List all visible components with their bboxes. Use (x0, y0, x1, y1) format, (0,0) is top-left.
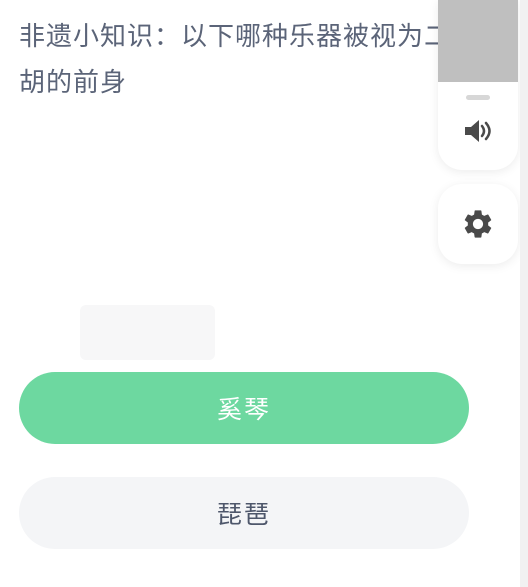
settings-button[interactable] (438, 184, 518, 264)
volume-panel (438, 0, 518, 170)
option-button-1[interactable]: 奚琴 (19, 372, 469, 444)
volume-slider-handle[interactable] (466, 95, 490, 100)
option-button-2[interactable]: 琵琶 (19, 477, 469, 549)
gear-icon (464, 210, 492, 238)
volume-slider[interactable] (438, 0, 518, 82)
speaker-icon-graphic (465, 120, 491, 142)
question-text: 非遗小知识：以下哪种乐器被视为二胡的前身 (19, 22, 452, 98)
scrollbar-track[interactable] (520, 0, 528, 587)
faded-placeholder (80, 305, 215, 360)
speaker-icon[interactable] (462, 115, 494, 147)
